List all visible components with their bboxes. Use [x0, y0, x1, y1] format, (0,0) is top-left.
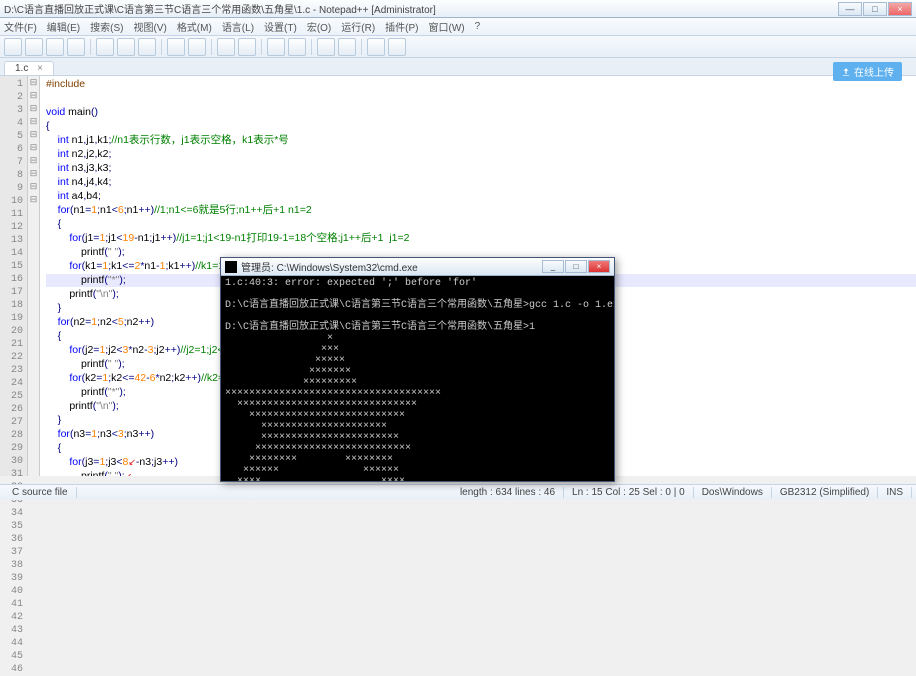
menu-item[interactable]: 格式(M)	[177, 19, 212, 34]
code-line[interactable]: {	[46, 330, 61, 342]
fold-gutter: ⊟⊟ ⊟⊟ ⊟⊟ ⊟⊟ ⊟⊟	[28, 76, 40, 476]
menubar: 文件(F) 编辑(E) 搜索(S) 视图(V) 格式(M) 语言(L) 设置(T) 宏(O) 运…	[0, 18, 916, 36]
close-button[interactable]: ×	[888, 2, 912, 16]
code-line[interactable]: }	[46, 302, 61, 314]
code-line[interactable]: void main()	[46, 106, 98, 118]
play-macro-button[interactable]	[388, 38, 406, 56]
window-title: D:\C语言直播回放正式课\C语言第三节C语言三个常用函数\五角星\1.c - …	[4, 1, 838, 16]
status-encoding: GB2312 (Simplified)	[772, 487, 878, 498]
code-line[interactable]: printf(" ");	[46, 358, 125, 370]
code-line[interactable]: printf("*");	[46, 386, 126, 398]
code-line[interactable]: printf(" ");↙	[46, 470, 132, 476]
code-line[interactable]: printf(" ");	[46, 246, 125, 258]
cmd-title: 管理员: C:\Windows\System32\cmd.exe	[241, 259, 542, 274]
cmd-titlebar[interactable]: 管理员: C:\Windows\System32\cmd.exe _ □ ×	[221, 258, 614, 276]
status-length: length : 634 lines : 46	[452, 487, 564, 498]
code-line[interactable]: }	[46, 414, 61, 426]
find-button[interactable]	[217, 38, 235, 56]
redo-button[interactable]	[188, 38, 206, 56]
paste-button[interactable]	[138, 38, 156, 56]
menu-item[interactable]: 文件(F)	[4, 19, 37, 34]
code-line[interactable]: int a4,b4;	[46, 190, 101, 202]
menu-item[interactable]: 宏(O)	[307, 19, 331, 34]
record-macro-button[interactable]	[367, 38, 385, 56]
zoom-out-button[interactable]	[288, 38, 306, 56]
copy-button[interactable]	[117, 38, 135, 56]
menu-item[interactable]: 窗口(W)	[429, 19, 465, 34]
code-line[interactable]: for(n3=1;n3<3;n3++)	[46, 428, 154, 440]
tab-1c[interactable]: 1.c ×	[4, 61, 54, 75]
upload-button[interactable]: 在线上传	[833, 62, 902, 81]
upload-label: 在线上传	[854, 64, 894, 79]
code-line[interactable]: for(n2=1;n2<5;n2++)	[46, 316, 154, 328]
code-line[interactable]: printf("\n");	[46, 288, 119, 300]
code-line[interactable]: #include	[46, 78, 88, 90]
status-eol: Dos\Windows	[694, 487, 772, 498]
code-line[interactable]: for(n1=1;n1<6;n1++)//1;n1<=6就是5行;n1++后+1…	[46, 204, 312, 216]
menu-item[interactable]: 视图(V)	[133, 19, 166, 34]
cut-button[interactable]	[96, 38, 114, 56]
wrap-button[interactable]	[317, 38, 335, 56]
status-position: Ln : 15 Col : 25 Sel : 0 | 0	[564, 487, 694, 498]
code-line[interactable]: for(j3=1;j3<8↙-n3;j3++)	[46, 456, 178, 468]
status-lang: C source file	[4, 487, 77, 498]
code-line[interactable]: {	[46, 120, 50, 132]
menu-item[interactable]: ?	[475, 21, 481, 32]
line-gutter: 1234567891011121314151617181920212223242…	[0, 76, 28, 476]
cmd-output[interactable]: 1.c:40:3: error: expected ';' before 'fo…	[221, 276, 614, 481]
cmd-minimize-button[interactable]: _	[542, 260, 564, 273]
cmd-icon	[225, 261, 237, 273]
menu-item[interactable]: 设置(T)	[264, 19, 297, 34]
menu-item[interactable]: 运行(R)	[341, 19, 375, 34]
status-insert-mode: INS	[878, 487, 912, 498]
menu-item[interactable]: 插件(P)	[385, 19, 418, 34]
menu-item[interactable]: 搜索(S)	[90, 19, 123, 34]
code-line[interactable]: int n4,j4,k4;	[46, 176, 111, 188]
code-line[interactable]: {	[46, 218, 61, 230]
code-line[interactable]: int n2,j2,k2;	[46, 148, 111, 160]
code-line[interactable]: int n3,j3,k3;	[46, 162, 111, 174]
save-button[interactable]	[46, 38, 64, 56]
code-line[interactable]: int n1,j1,k1;//n1表示行数，j1表示空格，k1表示*号	[46, 134, 289, 146]
maximize-button[interactable]: □	[863, 2, 887, 16]
upload-icon	[841, 67, 851, 77]
statusbar: C source file length : 634 lines : 46 Ln…	[0, 484, 916, 500]
save-all-button[interactable]	[67, 38, 85, 56]
minimize-button[interactable]: —	[838, 2, 862, 16]
undo-button[interactable]	[167, 38, 185, 56]
cmd-close-button[interactable]: ×	[588, 260, 610, 273]
zoom-in-button[interactable]	[267, 38, 285, 56]
open-file-button[interactable]	[25, 38, 43, 56]
tab-label: 1.c	[15, 63, 28, 74]
code-line[interactable]: for(j1=1;j1<19-n1;j1++)//j1=1;j1<19-n1打印…	[46, 232, 409, 244]
toolbar	[0, 36, 916, 58]
tabbar: 1.c ×	[0, 58, 916, 76]
replace-button[interactable]	[238, 38, 256, 56]
tab-close-icon[interactable]: ×	[37, 63, 43, 74]
show-all-button[interactable]	[338, 38, 356, 56]
code-line[interactable]: printf("\n");	[46, 400, 119, 412]
menu-item[interactable]: 编辑(E)	[47, 19, 80, 34]
titlebar: D:\C语言直播回放正式课\C语言第三节C语言三个常用函数\五角星\1.c - …	[0, 0, 916, 18]
code-line[interactable]: {	[46, 442, 61, 454]
cmd-maximize-button[interactable]: □	[565, 260, 587, 273]
cmd-window[interactable]: 管理员: C:\Windows\System32\cmd.exe _ □ × 1…	[220, 257, 615, 482]
menu-item[interactable]: 语言(L)	[222, 19, 254, 34]
new-file-button[interactable]	[4, 38, 22, 56]
